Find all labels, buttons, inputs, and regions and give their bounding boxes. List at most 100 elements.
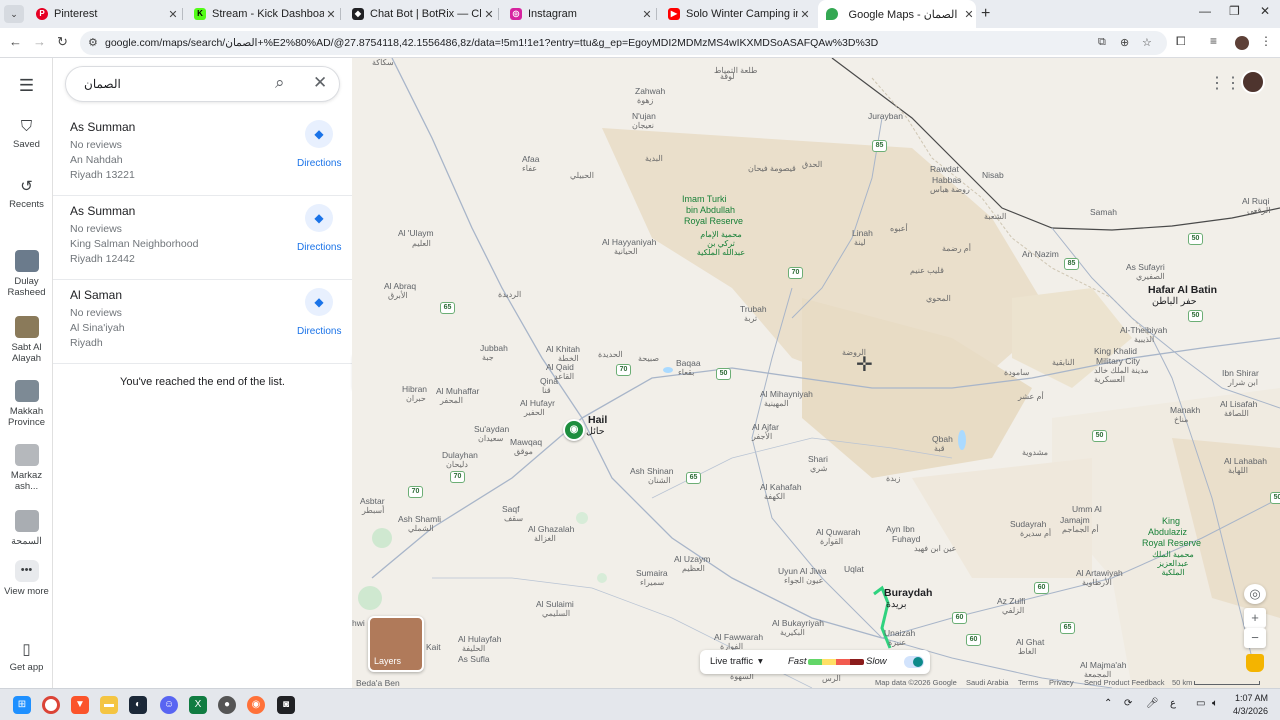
close-tab-icon[interactable]: ✕ [962,8,976,21]
country-link[interactable]: Saudi Arabia [966,678,1009,687]
system-clock[interactable]: 1:07 AM 4/3/2026 [1233,692,1268,718]
zoom-icon[interactable]: ⊕ [1120,36,1129,49]
zoom-in-button[interactable]: + [1244,608,1266,628]
steam-icon[interactable]: ◐ [129,696,147,714]
excel-icon[interactable]: X [189,696,207,714]
place-label: النابقية [1052,358,1075,367]
install-app-icon[interactable]: ⧉ [1098,36,1106,49]
account-avatar[interactable] [1241,70,1265,94]
microphone-icon[interactable]: 🎤︎ [1146,698,1159,709]
tab-search-icon[interactable]: ⌄ [4,5,24,23]
privacy-link[interactable]: Privacy [1049,678,1074,687]
pegman-icon[interactable] [1246,654,1264,672]
result-name[interactable]: As Summan [70,120,135,134]
place-label: Jurayban [868,111,903,121]
chrome-icon[interactable] [42,696,60,714]
discord-icon[interactable]: ☺ [160,696,178,714]
monitor-icon[interactable]: ▭ [1196,698,1205,709]
place-label: الرديدة [498,290,522,299]
traffic-toggle[interactable] [904,656,924,668]
directions-label[interactable]: Directions [297,158,341,169]
brave-icon[interactable]: ▼ [71,696,89,714]
directions-icon[interactable]: ◆ [305,288,333,316]
tab-youtube[interactable]: ▶ Solo Winter Camping in my Su ✕ [662,0,812,28]
forward-icon[interactable]: → [33,34,46,49]
directions-label[interactable]: Directions [297,242,341,253]
live-traffic-dropdown[interactable]: Live traffic [710,656,753,667]
new-tab-icon[interactable]: + [981,5,990,23]
hail-place-marker[interactable]: ◉ [563,419,585,441]
search-icon[interactable]: ⌕ [275,73,285,93]
place-label: أعبوه [890,224,908,233]
tray-chevron-icon[interactable]: ⌃ [1104,698,1112,709]
menu-button[interactable]: ☰ [0,76,53,100]
chrome-menu-icon[interactable]: ⋮ [1260,34,1272,48]
feedback-link[interactable]: Send Product Feedback [1084,678,1164,687]
tab-google-maps[interactable]: Google Maps - الصمان ✕ [818,0,976,28]
result-item[interactable]: As Summan No reviews An Nahdah Riyadh 13… [53,112,352,196]
close-tab-icon[interactable]: ✕ [640,8,654,21]
map-canvas[interactable]: سكاكة طلعة التمياط لوقة Zahwah زهوة N'uj… [352,58,1280,688]
close-tab-icon[interactable]: ✕ [324,8,338,21]
windows-start-icon[interactable]: ⊞ [13,696,31,714]
directions-icon[interactable]: ◆ [305,204,333,232]
app-icon[interactable]: ◙ [277,696,295,714]
result-item[interactable]: Al Saman No reviews Al Sina'iyah Riyadh … [53,280,352,364]
scale-label[interactable]: 50 km [1172,678,1192,687]
my-location-icon[interactable]: ◎ [1244,584,1266,604]
close-window-icon[interactable]: ✕ [1260,4,1270,18]
recent-place-sabt[interactable]: Sabt Al Alayah [0,316,53,364]
kick-icon: K [194,8,206,20]
search-box[interactable]: الصمان ⌕ ✕ [65,66,340,102]
tab-pinterest[interactable]: P Pinterest ✕ [30,0,180,28]
tab-instagram[interactable]: ◎ Instagram ✕ [504,0,654,28]
recents-button[interactable]: ↺ Recents [0,177,53,210]
close-tab-icon[interactable]: ✕ [798,8,812,21]
restore-icon[interactable]: ❐ [1229,4,1240,18]
close-icon[interactable]: ✕ [313,73,327,93]
close-tab-icon[interactable]: ✕ [482,8,496,21]
obs-icon[interactable]: ● [218,696,236,714]
zoom-out-button[interactable]: − [1244,628,1266,648]
extensions-icon[interactable]: ⧠ [1176,34,1186,49]
file-explorer-icon[interactable]: ▬ [100,696,118,714]
reload-icon[interactable]: ↻ [57,34,68,50]
recent-place-samha[interactable]: السمحة [0,510,53,547]
result-name[interactable]: As Summan [70,204,135,218]
recent-place-makkah[interactable]: Makkah Province [0,380,53,428]
profile-avatar[interactable] [1235,36,1249,50]
language-indicator[interactable]: ع [1170,698,1176,709]
layers-button[interactable]: Layers [368,616,424,672]
tab-kick[interactable]: K Stream - Kick Dashboard ✕ [188,0,338,28]
minimize-icon[interactable]: — [1199,4,1211,18]
back-icon[interactable]: ← [9,34,22,49]
traffic-control[interactable]: Live traffic ▾ Fast Slow [700,650,930,674]
directions-icon[interactable]: ◆ [305,120,333,148]
media-control-icon[interactable]: ≡ [1210,34,1217,48]
view-more-button[interactable]: ••• View more [0,560,53,597]
place-label: الأجفر [752,432,773,441]
get-app-button[interactable]: ▯ Get app [0,640,53,673]
bookmark-star-icon[interactable]: ☆ [1142,36,1152,49]
place-label: الغزالة [534,534,556,543]
recent-place-dulay[interactable]: Dulay Rasheed [0,250,53,298]
search-input[interactable]: الصمان [84,77,121,91]
directions-label[interactable]: Directions [297,326,341,337]
result-item[interactable]: As Summan No reviews King Salman Neighbo… [53,196,352,280]
url-text[interactable]: google.com/maps/search/الصمان+%E2%80%AD/… [105,37,878,49]
address-bar[interactable]: ⚙ google.com/maps/search/الصمان+%E2%80%A… [80,31,1167,55]
recent-place-markaz[interactable]: Markaz ash... [0,444,53,492]
place-label: قنا [542,386,551,395]
sync-icon[interactable]: ⟳ [1124,698,1132,709]
place-label: Al Uzaym [674,554,711,564]
result-name[interactable]: Al Saman [70,288,122,302]
tab-botrix[interactable]: ◆ Chat Bot | BotRix — Cloud Strea ✕ [346,0,496,28]
chevron-down-icon[interactable]: ▾ [758,656,763,667]
firefox-icon[interactable]: ◉ [247,696,265,714]
terms-link[interactable]: Terms [1018,678,1038,687]
volume-icon[interactable]: 🔈︎ [1212,698,1218,709]
hamburger-menu-icon[interactable]: ☰ [0,76,53,96]
close-tab-icon[interactable]: ✕ [166,8,180,21]
site-info-icon[interactable]: ⚙ [88,36,98,49]
saved-button[interactable]: ⛉ Saved [0,118,53,150]
